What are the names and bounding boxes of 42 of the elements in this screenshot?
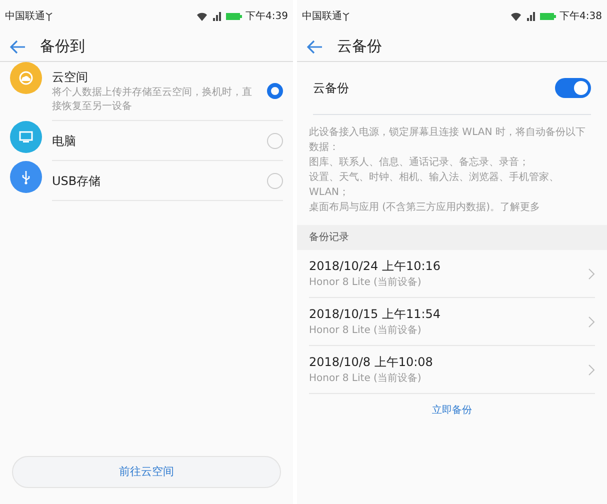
option-label: USB存储 bbox=[52, 172, 102, 190]
battery-icon bbox=[540, 12, 556, 20]
wifi-icon bbox=[196, 11, 208, 21]
description-text: 图库、联系人、信息、通话记录、备忘录、录音； bbox=[309, 156, 530, 170]
description-text: 此设备接入电源，锁定屏幕且连接 WLAN 时，将自动备份以下数据： bbox=[309, 126, 586, 155]
section-header: 备份记录 bbox=[297, 225, 607, 250]
record-date: 2018/10/24 上午10:16 bbox=[309, 258, 442, 275]
radio-button[interactable] bbox=[267, 172, 283, 188]
record-date: 2018/10/8 上午10:08 bbox=[309, 354, 434, 371]
record-device: Honor 8 Lite (当前设备) bbox=[309, 276, 422, 290]
signal-antenna-icon bbox=[45, 11, 53, 21]
go-to-cloud-button[interactable]: 前往云空间 bbox=[12, 456, 281, 488]
backup-now-link[interactable]: 立即备份 bbox=[426, 402, 478, 419]
record-date: 2018/10/15 上午11:54 bbox=[309, 306, 442, 323]
battery-icon bbox=[226, 12, 242, 20]
description-text: 设置、天气、时钟、相机、输入法、浏览器、手机管家、WLAN； bbox=[309, 170, 560, 200]
radio-button[interactable] bbox=[267, 132, 283, 148]
status-time: 下午4:39 bbox=[246, 10, 288, 24]
back-button[interactable] bbox=[307, 40, 323, 54]
toggle-switch[interactable] bbox=[555, 78, 591, 98]
chevron-right-icon bbox=[588, 268, 595, 280]
description-text: 桌面布局与应用 (不含第三方应用内数据)。了解更多 bbox=[309, 200, 541, 215]
learn-more-link[interactable]: 了解更多 bbox=[500, 202, 540, 213]
status-carrier: 中国联通 bbox=[5, 10, 45, 24]
signal-antenna-icon bbox=[342, 11, 350, 21]
chevron-right-icon bbox=[588, 316, 595, 328]
screen-title: 云备份 bbox=[337, 36, 382, 58]
wifi-icon bbox=[510, 11, 522, 21]
record-device: Honor 8 Lite (当前设备) bbox=[309, 372, 422, 386]
option-description: 将个人数据上传并存储至云空间，换机时，直接恢复至另一设备 bbox=[52, 86, 253, 114]
cellular-signal-icon bbox=[526, 11, 536, 21]
status-carrier: 中国联通 bbox=[302, 10, 342, 24]
chevron-right-icon bbox=[588, 364, 595, 376]
screen-title: 备份到 bbox=[40, 36, 85, 58]
radio-button[interactable] bbox=[267, 83, 283, 99]
status-time: 下午4:38 bbox=[560, 10, 602, 24]
back-button[interactable] bbox=[10, 40, 26, 54]
record-device: Honor 8 Lite (当前设备) bbox=[309, 324, 422, 338]
option-label: 云空间 bbox=[52, 69, 89, 86]
toggle-label: 云备份 bbox=[313, 80, 349, 97]
option-label: 电脑 bbox=[52, 132, 77, 150]
cellular-signal-icon bbox=[212, 11, 222, 21]
